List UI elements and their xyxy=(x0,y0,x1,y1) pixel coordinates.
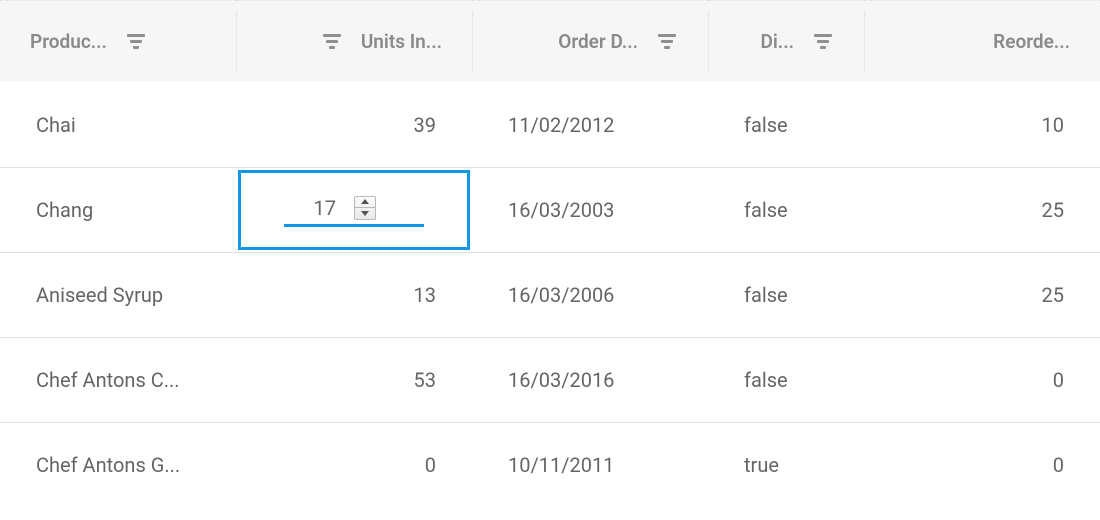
cell-units-editing[interactable] xyxy=(236,168,472,253)
header-product[interactable]: Produc... xyxy=(0,1,236,83)
stepper-down-button[interactable] xyxy=(355,207,375,219)
cell-product[interactable]: Chef Antons C... xyxy=(0,338,236,423)
chevron-down-icon xyxy=(361,211,369,216)
table-row: Aniseed Syrup 13 16/03/2006 false 25 xyxy=(0,253,1100,338)
header-orderdate-label: Order D... xyxy=(558,30,638,53)
cell-discontinued[interactable]: true xyxy=(708,423,864,508)
cell-reorder[interactable]: 10 xyxy=(864,83,1100,168)
cell-reorder[interactable]: 25 xyxy=(864,168,1100,253)
cell-discontinued[interactable]: false xyxy=(708,253,864,338)
cell-orderdate[interactable]: 10/11/2011 xyxy=(472,423,708,508)
filter-icon[interactable] xyxy=(656,33,678,51)
header-units-label: Units In... xyxy=(361,30,442,53)
filter-icon[interactable] xyxy=(812,33,834,51)
cell-orderdate[interactable]: 11/02/2012 xyxy=(472,83,708,168)
header-discontinued[interactable]: Di... xyxy=(708,1,864,83)
cell-orderdate[interactable]: 16/03/2006 xyxy=(472,253,708,338)
cell-discontinued[interactable]: false xyxy=(708,168,864,253)
filter-icon[interactable] xyxy=(321,33,343,51)
cell-product[interactable]: Aniseed Syrup xyxy=(0,253,236,338)
header-units[interactable]: Units In... xyxy=(236,1,472,83)
cell-discontinued[interactable]: false xyxy=(708,83,864,168)
cell-units[interactable]: 53 xyxy=(236,338,472,423)
cell-product[interactable]: Chef Antons G... xyxy=(0,423,236,508)
table-row: Chef Antons G... 0 10/11/2011 true 0 xyxy=(0,423,1100,508)
filter-icon[interactable] xyxy=(125,33,147,51)
cell-discontinued[interactable]: false xyxy=(708,338,864,423)
cell-orderdate[interactable]: 16/03/2003 xyxy=(472,168,708,253)
header-reorder[interactable]: Reorde... xyxy=(864,1,1100,83)
cell-units[interactable]: 0 xyxy=(236,423,472,508)
table-row: Chai 39 11/02/2012 false 10 xyxy=(0,83,1100,168)
header-reorder-label: Reorde... xyxy=(993,30,1070,53)
header-row: Produc... Units In... Order D... xyxy=(0,1,1100,83)
header-orderdate[interactable]: Order D... xyxy=(472,1,708,83)
cell-reorder[interactable]: 0 xyxy=(864,338,1100,423)
numeric-editor[interactable] xyxy=(284,194,424,227)
editor-frame xyxy=(238,170,470,250)
cell-orderdate[interactable]: 16/03/2016 xyxy=(472,338,708,423)
table-row: Chang 16/03/2003 false 25 xyxy=(0,168,1100,253)
header-discontinued-label: Di... xyxy=(760,30,794,53)
quantity-stepper[interactable] xyxy=(354,196,376,220)
units-input[interactable] xyxy=(284,196,354,220)
cell-reorder[interactable]: 0 xyxy=(864,423,1100,508)
table-row: Chef Antons C... 53 16/03/2016 false 0 xyxy=(0,338,1100,423)
cell-units[interactable]: 13 xyxy=(236,253,472,338)
cell-reorder[interactable]: 25 xyxy=(864,253,1100,338)
header-product-label: Produc... xyxy=(30,30,107,53)
cell-product[interactable]: Chang xyxy=(0,168,236,253)
chevron-up-icon xyxy=(361,199,369,204)
data-grid: Produc... Units In... Order D... xyxy=(0,0,1100,508)
stepper-up-button[interactable] xyxy=(355,197,375,208)
cell-product[interactable]: Chai xyxy=(0,83,236,168)
cell-units[interactable]: 39 xyxy=(236,83,472,168)
